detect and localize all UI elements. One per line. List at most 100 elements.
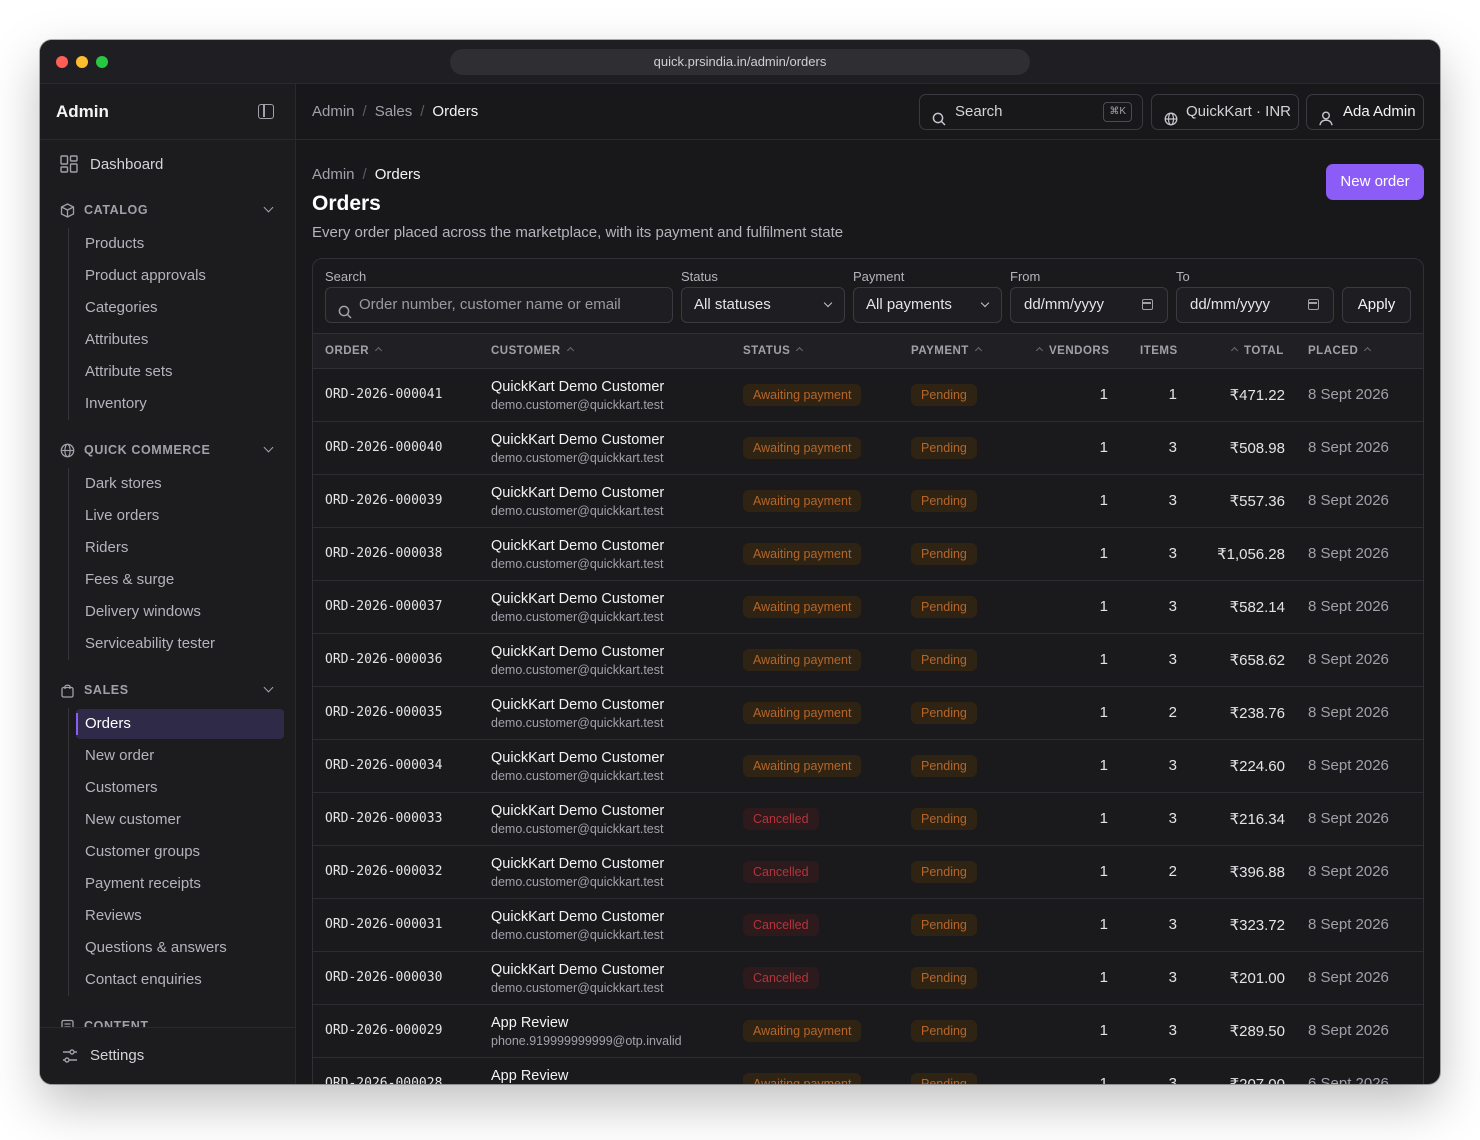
to-date-input[interactable]: dd/mm/yyyy: [1176, 287, 1334, 323]
sidebar-item-live-orders[interactable]: Live orders: [76, 501, 284, 531]
column-customer[interactable]: CUSTOMER: [491, 345, 574, 357]
sidebar-item-reviews[interactable]: Reviews: [76, 901, 284, 931]
column-order[interactable]: ORDER: [325, 345, 383, 357]
sidebar-item-inventory[interactable]: Inventory: [76, 389, 284, 419]
table-row[interactable]: ORD-2026-000040 QuickKart Demo Customer de…: [313, 422, 1423, 475]
sidebar-group-sales[interactable]: SALES: [60, 678, 276, 702]
sidebar-group-label: SALES: [84, 683, 129, 697]
sidebar-item-products[interactable]: Products: [76, 229, 284, 259]
sidebar-item-serviceability-tester[interactable]: Serviceability tester: [76, 629, 284, 659]
sidebar-item-attributes[interactable]: Attributes: [76, 325, 284, 355]
sidebar-nav: Dashboard CATALOG Products Product approva…: [40, 140, 295, 1028]
sidebar-item-customer-groups[interactable]: Customer groups: [76, 837, 284, 867]
sidebar-item-fees-surge[interactable]: Fees & surge: [76, 565, 284, 595]
calendar-icon[interactable]: [1142, 299, 1153, 310]
payment-badge: Pending: [911, 914, 977, 936]
order-number[interactable]: ORD-2026-000038: [325, 546, 442, 561]
order-number[interactable]: ORD-2026-000039: [325, 493, 442, 508]
table-row[interactable]: ORD-2026-000041 QuickKart Demo Customer de…: [313, 369, 1423, 422]
table-row[interactable]: ORD-2026-000038 QuickKart Demo Customer de…: [313, 528, 1423, 581]
sidebar-item-contact-enquiries[interactable]: Contact enquiries: [76, 965, 284, 995]
table-row[interactable]: ORD-2026-000030 QuickKart Demo Customer de…: [313, 952, 1423, 1005]
sidebar-item-orders[interactable]: Orders: [76, 709, 284, 739]
column-payment[interactable]: PAYMENT: [911, 345, 982, 357]
customer-name: QuickKart Demo Customer: [491, 803, 665, 819]
sidebar-item-product-approvals[interactable]: Product approvals: [76, 261, 284, 291]
apply-button[interactable]: Apply: [1342, 287, 1411, 323]
sidebar-item-attribute-sets[interactable]: Attribute sets: [76, 357, 284, 387]
status-select[interactable]: All statuses: [681, 287, 845, 323]
order-number[interactable]: ORD-2026-000037: [325, 599, 442, 614]
table-row[interactable]: ORD-2026-000031 QuickKart Demo Customer de…: [313, 899, 1423, 952]
table-row[interactable]: ORD-2026-000039 QuickKart Demo Customer de…: [313, 475, 1423, 528]
new-order-button[interactable]: New order: [1326, 164, 1424, 200]
order-number[interactable]: ORD-2026-000035: [325, 705, 442, 720]
breadcrumb-admin[interactable]: Admin: [312, 103, 355, 120]
order-number[interactable]: ORD-2026-000041: [325, 387, 442, 402]
sidebar-item-new-order[interactable]: New order: [76, 741, 284, 771]
sidebar-item-payment-receipts[interactable]: Payment receipts: [76, 869, 284, 899]
payment-badge: Pending: [911, 649, 977, 671]
payment-badge: Pending: [911, 437, 977, 459]
sidebar-item-dashboard[interactable]: Dashboard: [60, 152, 163, 176]
breadcrumb-sales[interactable]: Sales: [375, 103, 413, 120]
sidebar-item-new-customer[interactable]: New customer: [76, 805, 284, 835]
page-breadcrumb-admin[interactable]: Admin: [312, 166, 355, 183]
user-menu-button[interactable]: Ada Admin: [1306, 94, 1424, 130]
order-number[interactable]: ORD-2026-000034: [325, 758, 442, 773]
maximize-window-button[interactable]: [96, 56, 108, 68]
table-row[interactable]: ORD-2026-000035 QuickKart Demo Customer de…: [313, 687, 1423, 740]
sidebar: Admin Dashboard CATALOG Products Product a…: [40, 84, 296, 1084]
sidebar-group-quick-commerce[interactable]: QUICK COMMERCE: [60, 438, 276, 462]
sidebar-item-categories[interactable]: Categories: [76, 293, 284, 323]
table-row[interactable]: ORD-2026-000033 QuickKart Demo Customer de…: [313, 793, 1423, 846]
sidebar-group-catalog[interactable]: CATALOG: [60, 198, 276, 222]
address-bar[interactable]: quick.prsindia.in/admin/orders: [450, 49, 1030, 75]
column-vendors[interactable]: VENDORS: [1035, 345, 1109, 357]
table-row[interactable]: ORD-2026-000034 QuickKart Demo Customer de…: [313, 740, 1423, 793]
order-total: ₹508.98: [1229, 440, 1285, 457]
order-number[interactable]: ORD-2026-000028: [325, 1076, 442, 1084]
table-row[interactable]: ORD-2026-000028App Reviewphone.919999999…: [313, 1058, 1423, 1084]
table-row[interactable]: ORD-2026-000029 App Review phone.919999999…: [313, 1005, 1423, 1058]
sidebar-toggle-icon[interactable]: [258, 104, 274, 119]
column-status[interactable]: STATUS: [743, 345, 804, 357]
items-count: 3: [1168, 598, 1177, 615]
table-row[interactable]: ORD-2026-000032 QuickKart Demo Customer de…: [313, 846, 1423, 899]
calendar-icon[interactable]: [1308, 299, 1319, 310]
sidebar-item-dark-stores[interactable]: Dark stores: [76, 469, 284, 499]
order-number[interactable]: ORD-2026-000031: [325, 917, 442, 932]
column-total[interactable]: TOTAL: [1230, 345, 1284, 357]
order-number[interactable]: ORD-2026-000029: [325, 1023, 442, 1038]
close-window-button[interactable]: [56, 56, 68, 68]
order-number[interactable]: ORD-2026-000040: [325, 440, 442, 455]
payment-badge: Pending: [911, 596, 977, 618]
order-total: ₹216.34: [1229, 811, 1285, 828]
column-items[interactable]: ITEMS: [1140, 345, 1178, 357]
order-number[interactable]: ORD-2026-000030: [325, 970, 442, 985]
column-placed[interactable]: PLACED: [1308, 345, 1372, 357]
sidebar-item-questions-answers[interactable]: Questions & answers: [76, 933, 284, 963]
payment-badge: Pending: [911, 861, 977, 883]
order-total: ₹323.72: [1229, 917, 1285, 934]
payment-badge: Pending: [911, 543, 977, 565]
customer-name: QuickKart Demo Customer: [491, 432, 665, 448]
order-number[interactable]: ORD-2026-000032: [325, 864, 442, 879]
global-search-button[interactable]: Search ⌘K: [919, 94, 1143, 130]
sidebar-item-customers[interactable]: Customers: [76, 773, 284, 803]
from-date-input[interactable]: dd/mm/yyyy: [1010, 287, 1168, 323]
minimize-window-button[interactable]: [76, 56, 88, 68]
order-number[interactable]: ORD-2026-000033: [325, 811, 442, 826]
payment-select[interactable]: All payments: [853, 287, 1002, 323]
sidebar-group-content[interactable]: CONTENT: [60, 1014, 276, 1028]
order-number[interactable]: ORD-2026-000036: [325, 652, 442, 667]
table-row[interactable]: ORD-2026-000037 QuickKart Demo Customer de…: [313, 581, 1423, 634]
table-row[interactable]: ORD-2026-000036 QuickKart Demo Customer de…: [313, 634, 1423, 687]
sidebar-item-settings[interactable]: Settings: [90, 1047, 144, 1064]
order-search-input[interactable]: Order number, customer name or email: [325, 287, 673, 323]
placed-date: 8 Sept 2026: [1308, 969, 1389, 986]
store-switcher-button[interactable]: QuickKart · INR: [1151, 94, 1299, 130]
sidebar-item-delivery-windows[interactable]: Delivery windows: [76, 597, 284, 627]
items-count: 3: [1168, 757, 1177, 774]
sidebar-item-riders[interactable]: Riders: [76, 533, 284, 563]
